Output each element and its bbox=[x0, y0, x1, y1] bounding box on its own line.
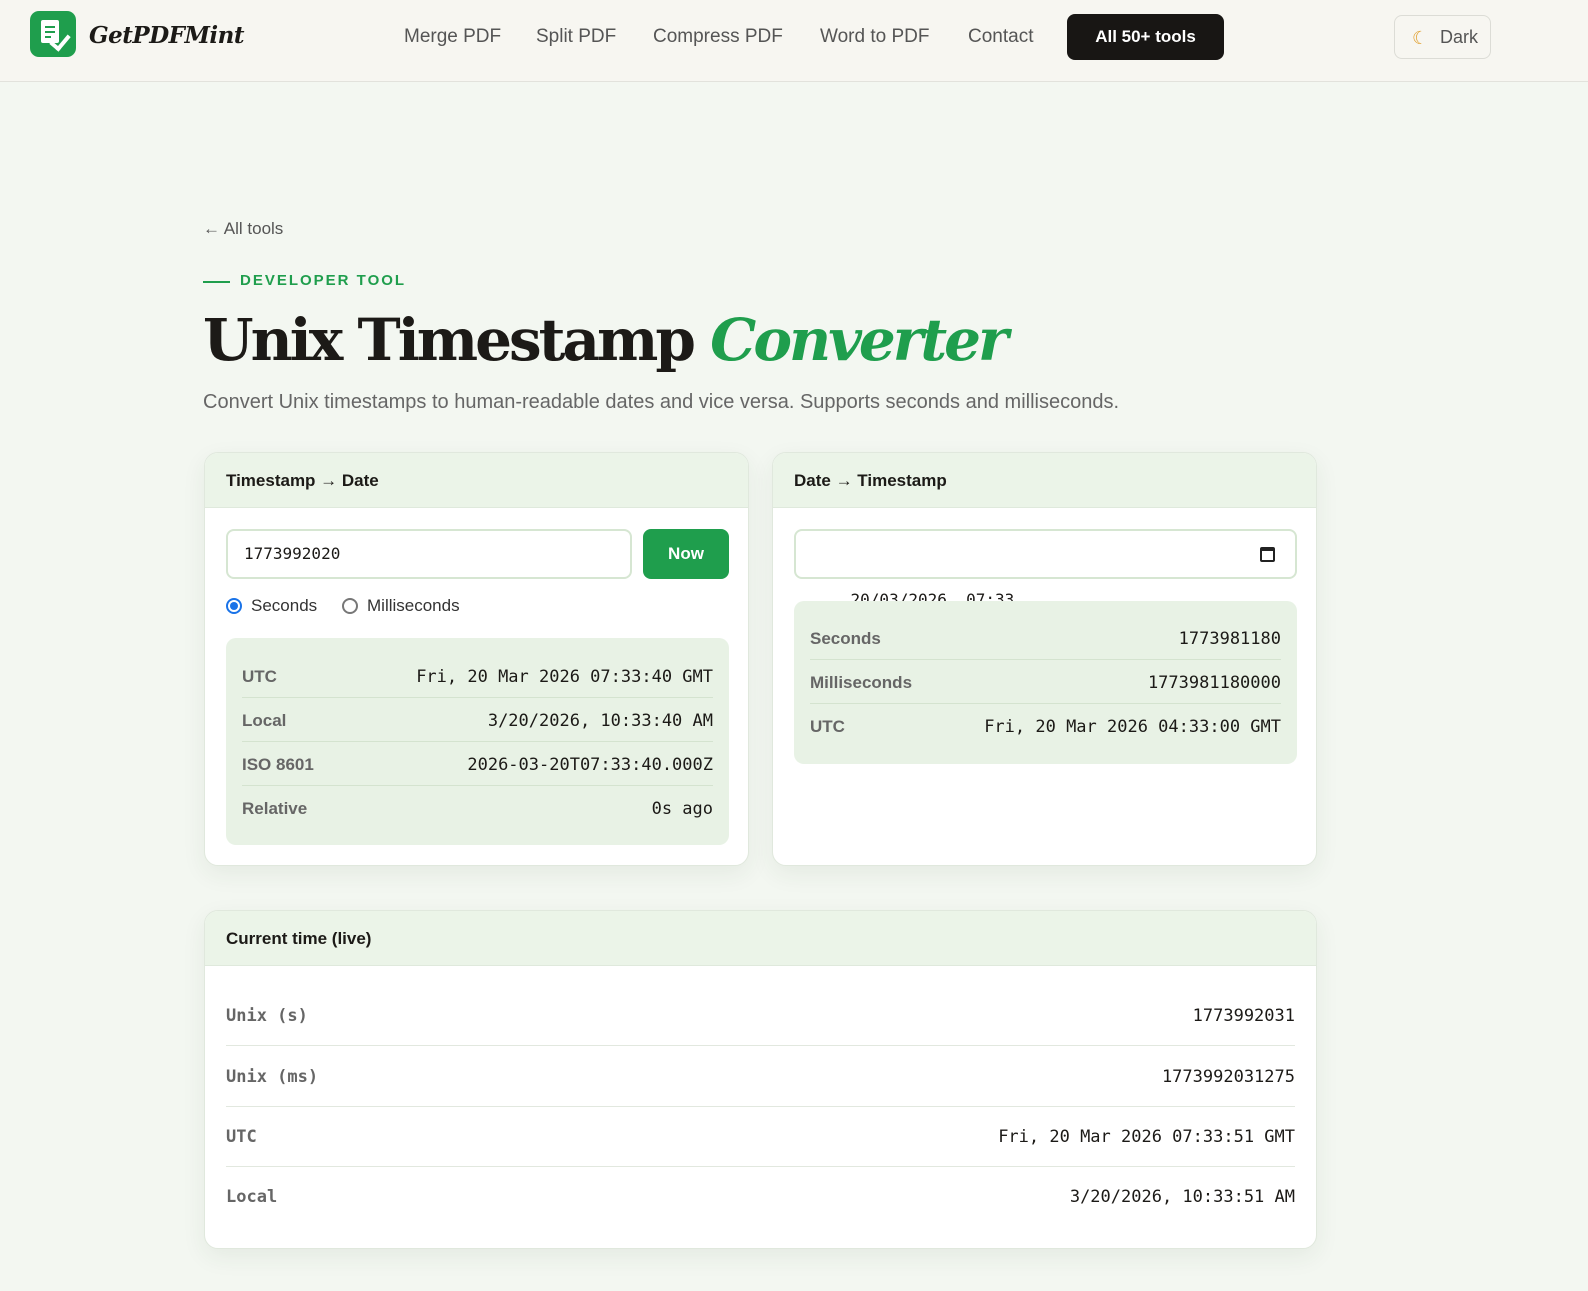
live-value: 3/20/2026, 10:33:51 AM bbox=[1069, 1187, 1295, 1207]
nav-compress-pdf[interactable]: Compress PDF bbox=[653, 26, 783, 48]
nav-contact[interactable]: Contact bbox=[968, 26, 1033, 48]
page-title: Unix Timestamp Converter bbox=[203, 306, 1009, 374]
live-row-unix-seconds: Unix (s) 1773992031 bbox=[226, 986, 1295, 1046]
moon-icon: ☾ bbox=[1412, 28, 1429, 48]
live-label: Unix (ms) bbox=[226, 1067, 319, 1087]
radio-label: Milliseconds bbox=[367, 596, 460, 615]
live-row-unix-milliseconds: Unix (ms) 1773992031275 bbox=[226, 1047, 1295, 1107]
result-value: 3/20/2026, 10:33:40 AM bbox=[487, 711, 713, 731]
nav-split-pdf[interactable]: Split PDF bbox=[536, 26, 616, 48]
datetime-input[interactable]: 20/03/2026 07:33 bbox=[794, 529, 1297, 609]
result-row-local: Local 3/20/2026, 10:33:40 AM bbox=[242, 698, 713, 742]
result-label: UTC bbox=[242, 667, 277, 686]
result-row-milliseconds: Milliseconds 1773981180000 bbox=[810, 660, 1281, 704]
result-label: ISO 8601 bbox=[242, 755, 314, 774]
all-tools-button[interactable]: All 50+ tools bbox=[1067, 14, 1224, 60]
result-label: Milliseconds bbox=[810, 673, 913, 692]
nav-merge-pdf[interactable]: Merge PDF bbox=[404, 26, 501, 48]
result-value: Fri, 20 Mar 2026 04:33:00 GMT bbox=[984, 717, 1281, 737]
eyebrow-divider bbox=[203, 281, 230, 283]
theme-toggle-button[interactable]: ☾ Dark bbox=[1394, 15, 1491, 59]
result-value: Fri, 20 Mar 2026 07:33:40 GMT bbox=[416, 667, 713, 687]
card-heading: Current time (live) bbox=[205, 911, 1316, 966]
card-heading: Date → Timestamp bbox=[773, 453, 1316, 508]
card-heading: Timestamp → Date bbox=[205, 453, 748, 508]
radio-checked-icon[interactable] bbox=[226, 598, 242, 614]
logo-icon[interactable] bbox=[30, 11, 76, 57]
result-value: 1773981180000 bbox=[1147, 673, 1281, 693]
brand-name[interactable]: GetPDFMint bbox=[89, 22, 245, 49]
page-subtitle: Convert Unix timestamps to human-readabl… bbox=[203, 391, 1120, 413]
radio-label: Seconds bbox=[251, 596, 318, 615]
timestamp-input[interactable]: 1773992020 bbox=[226, 529, 632, 579]
result-label: UTC bbox=[810, 717, 845, 736]
timestamp-to-date-card: Timestamp → Date 1773992020 Now Seconds … bbox=[204, 452, 749, 866]
result-value: 1773981180 bbox=[1178, 629, 1281, 649]
live-row-utc: UTC Fri, 20 Mar 2026 07:33:51 GMT bbox=[226, 1107, 1295, 1167]
result-row-utc: UTC Fri, 20 Mar 2026 04:33:00 GMT bbox=[810, 704, 1281, 748]
result-row-seconds: Seconds 1773981180 bbox=[810, 616, 1281, 660]
back-to-all-tools-link[interactable]: ← All tools bbox=[203, 219, 283, 239]
result-label: Relative bbox=[242, 799, 308, 818]
date-to-timestamp-card: Date → Timestamp 20/03/2026 07:33 Second… bbox=[772, 452, 1317, 866]
result-value: 2026-03-20T07:33:40.000Z bbox=[467, 755, 713, 775]
now-button[interactable]: Now bbox=[643, 529, 729, 579]
live-label: Unix (s) bbox=[226, 1006, 308, 1026]
result-row-iso: ISO 8601 2026-03-20T07:33:40.000Z bbox=[242, 742, 713, 786]
page-title-main: Unix Timestamp bbox=[203, 306, 696, 374]
timestamp-results-panel: UTC Fri, 20 Mar 2026 07:33:40 GMT Local … bbox=[226, 638, 729, 845]
date-results-panel: Seconds 1773981180 Milliseconds 17739811… bbox=[794, 601, 1297, 764]
live-value: 1773992031 bbox=[1192, 1006, 1295, 1026]
eyebrow-label: DEVELOPER TOOL bbox=[240, 272, 407, 289]
calendar-icon[interactable] bbox=[1260, 547, 1275, 562]
result-row-utc: UTC Fri, 20 Mar 2026 07:33:40 GMT bbox=[242, 654, 713, 698]
live-row-local: Local 3/20/2026, 10:33:51 AM bbox=[226, 1167, 1295, 1227]
live-value: 1773992031275 bbox=[1161, 1067, 1295, 1087]
radio-unchecked-icon[interactable] bbox=[342, 598, 358, 614]
live-value: Fri, 20 Mar 2026 07:33:51 GMT bbox=[998, 1127, 1295, 1147]
result-row-relative: Relative 0s ago bbox=[242, 786, 713, 830]
live-label: UTC bbox=[226, 1127, 257, 1147]
theme-toggle-label: Dark bbox=[1440, 27, 1479, 47]
result-label: Local bbox=[242, 711, 287, 730]
current-time-card: Current time (live) Unix (s) 1773992031 … bbox=[204, 910, 1317, 1249]
page-title-accent: Converter bbox=[710, 306, 1008, 374]
live-label: Local bbox=[226, 1187, 278, 1207]
result-value: 0s ago bbox=[651, 799, 713, 819]
site-header: GetPDFMint Merge PDF Split PDF Compress … bbox=[0, 0, 1588, 82]
nav-word-to-pdf[interactable]: Word to PDF bbox=[820, 26, 929, 48]
result-label: Seconds bbox=[810, 629, 881, 648]
